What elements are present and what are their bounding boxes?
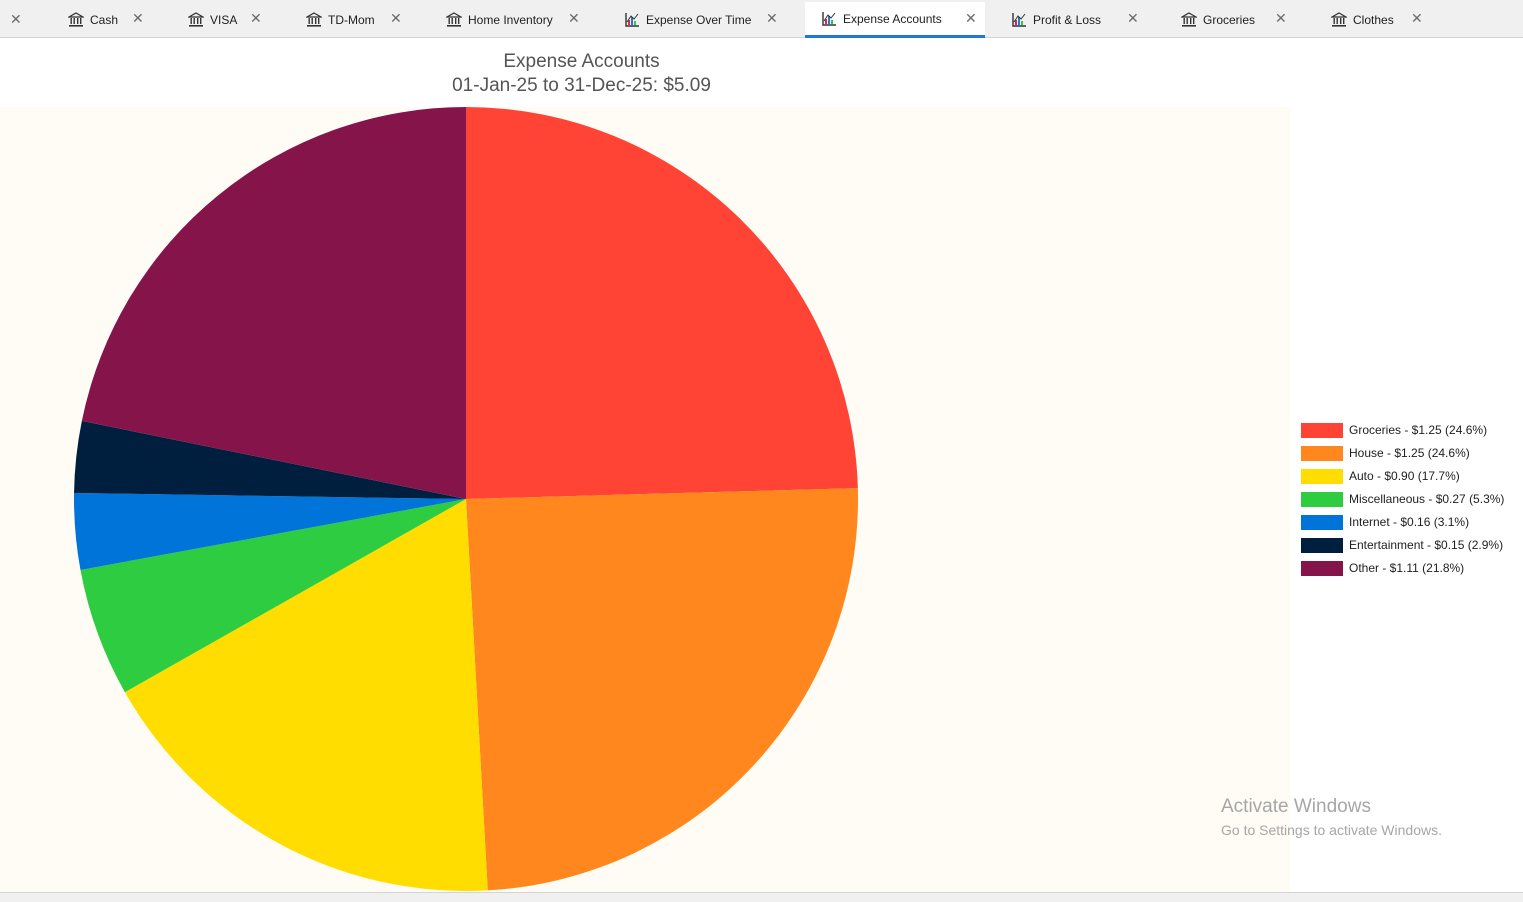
tab-close-icon[interactable]: ✕ bbox=[1411, 10, 1423, 27]
legend-label: Other - $1.11 (21.8%) bbox=[1349, 561, 1465, 575]
tab-label: Cash bbox=[90, 13, 119, 27]
legend-label: Entertainment - $0.15 (2.9%) bbox=[1349, 538, 1504, 552]
pie-chart bbox=[74, 107, 859, 891]
legend-swatch bbox=[1301, 491, 1343, 507]
legend-item-groceries[interactable]: Groceries - $1.25 (24.6%) bbox=[1301, 422, 1487, 438]
legend-label: Internet - $0.16 (3.1%) bbox=[1349, 515, 1470, 529]
pie-slice-groceries[interactable] bbox=[466, 107, 858, 499]
legend-item-internet[interactable]: Internet - $0.16 (3.1%) bbox=[1301, 514, 1469, 530]
legend-swatch bbox=[1301, 445, 1343, 461]
expense-accounts-chart: Expense Accounts 01-Jan-25 to 31-Dec-25:… bbox=[0, 40, 1523, 892]
legend-item-miscellaneous[interactable]: Miscellaneous - $0.27 (5.3%) bbox=[1301, 491, 1504, 507]
tab-label: Expense Accounts bbox=[843, 11, 942, 26]
watermark-title: Activate Windows bbox=[1221, 796, 1371, 817]
tab-close-icon[interactable]: ✕ bbox=[1275, 10, 1287, 27]
tab-close-icon[interactable]: ✕ bbox=[568, 10, 580, 27]
chart-icon bbox=[624, 12, 640, 28]
legend-label: Groceries - $1.25 (24.6%) bbox=[1349, 423, 1488, 437]
tab-label: Expense Over Time bbox=[646, 13, 752, 27]
tab-home-inventory[interactable]: Home Inventory ✕ bbox=[440, 2, 618, 38]
chart-icon bbox=[821, 11, 837, 27]
bank-icon bbox=[66, 12, 86, 28]
tab-profit-loss[interactable]: Profit & Loss ✕ bbox=[1005, 2, 1175, 38]
tab-label: TD-Mom bbox=[328, 13, 375, 27]
tab-label: Home Inventory bbox=[468, 13, 553, 27]
tab-td-mom[interactable]: TD-Mom ✕ bbox=[300, 2, 440, 38]
close-icon[interactable]: ✕ bbox=[10, 10, 26, 28]
tab-expense-accounts[interactable]: Expense Accounts ✕ bbox=[805, 2, 985, 38]
legend-label: Miscellaneous - $0.27 (5.3%) bbox=[1349, 492, 1505, 506]
bank-icon bbox=[1179, 12, 1199, 28]
bank-icon bbox=[1329, 12, 1349, 28]
tab-close-icon[interactable]: ✕ bbox=[965, 10, 977, 27]
tab-label: Groceries bbox=[1203, 13, 1256, 27]
tab-bar: ✕ Cash ✕ VISA ✕ TD-Mom ✕ Home Inventory ✕ Expens… bbox=[0, 0, 1523, 38]
tab-label: Clothes bbox=[1353, 13, 1394, 27]
tab-clothes[interactable]: Clothes ✕ bbox=[1325, 2, 1465, 38]
tab-visa[interactable]: VISA ✕ bbox=[182, 2, 300, 38]
tab-close-icon[interactable]: ✕ bbox=[1127, 10, 1139, 27]
tab-label: Profit & Loss bbox=[1033, 13, 1102, 27]
legend-swatch bbox=[1301, 468, 1343, 484]
bank-icon bbox=[186, 12, 206, 28]
tab-expense-over-time[interactable]: Expense Over Time ✕ bbox=[618, 2, 805, 38]
tab-label: VISA bbox=[210, 13, 238, 27]
tab-cash[interactable]: Cash ✕ bbox=[62, 2, 182, 38]
legend-item-house[interactable]: House - $1.25 (24.6%) bbox=[1301, 445, 1470, 461]
tab-close-icon[interactable]: ✕ bbox=[766, 10, 778, 27]
legend-label: Auto - $0.90 (17.7%) bbox=[1349, 469, 1460, 483]
bank-icon bbox=[444, 12, 464, 28]
legend-swatch bbox=[1301, 537, 1343, 553]
legend-item-entertainment[interactable]: Entertainment - $0.15 (2.9%) bbox=[1301, 537, 1503, 553]
tab-close-icon[interactable]: ✕ bbox=[390, 10, 402, 27]
legend-item-other[interactable]: Other - $1.11 (21.8%) bbox=[1301, 560, 1464, 576]
activate-windows-watermark: Activate Windows Go to Settings to activ… bbox=[1221, 796, 1442, 838]
legend-swatch bbox=[1301, 422, 1343, 438]
chart-icon bbox=[1011, 12, 1027, 28]
legend-item-auto[interactable]: Auto - $0.90 (17.7%) bbox=[1301, 468, 1460, 484]
tab-close-icon[interactable]: ✕ bbox=[132, 10, 144, 27]
legend-swatch bbox=[1301, 514, 1343, 530]
legend-label: House - $1.25 (24.6%) bbox=[1349, 446, 1470, 460]
watermark-subtitle: Go to Settings to activate Windows. bbox=[1221, 822, 1442, 838]
tab-groceries[interactable]: Groceries ✕ bbox=[1175, 2, 1330, 38]
legend-swatch bbox=[1301, 560, 1343, 576]
bank-icon bbox=[304, 12, 324, 28]
tab-close-icon[interactable]: ✕ bbox=[250, 10, 262, 27]
pie-slice-house[interactable] bbox=[466, 488, 859, 891]
